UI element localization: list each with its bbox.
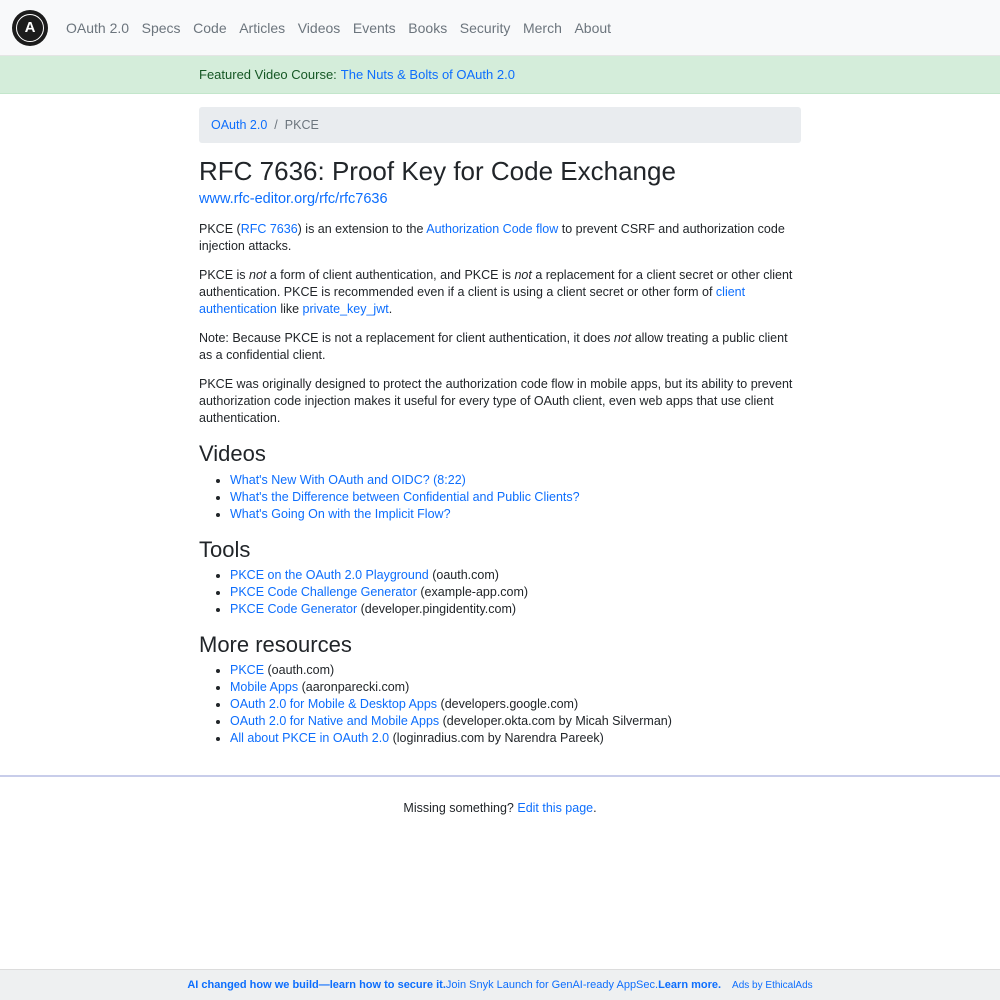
logo-icon: A [16, 13, 44, 42]
main-content: OAuth 2.0 / PKCE RFC 7636: Proof Key for… [199, 107, 801, 747]
breadcrumb: OAuth 2.0 / PKCE [199, 107, 801, 143]
list-item: What's New With OAuth and OIDC? (8:22) [230, 472, 801, 489]
rfc-link[interactable]: www.rfc-editor.org/rfc/rfc7636 [199, 191, 801, 207]
nav-item-merch[interactable]: Merch [523, 20, 562, 36]
resource-link[interactable]: PKCE [230, 663, 264, 677]
client-auth-paragraph: PKCE is not a form of client authenticat… [199, 268, 793, 317]
ad-text[interactable]: Join Snyk Launch for GenAI-ready AppSec. [446, 979, 658, 991]
ad-headline[interactable]: AI changed how we build—learn how to sec… [187, 979, 446, 991]
breadcrumb-home[interactable]: OAuth 2.0 [211, 118, 267, 132]
tool-link[interactable]: PKCE Code Challenge Generator [230, 585, 417, 599]
nav-item-articles[interactable]: Articles [239, 20, 285, 36]
resources-list: PKCE (oauth.com) Mobile Apps (aaronparec… [199, 662, 801, 747]
intro-paragraph: PKCE (RFC 7636) is an extension to the A… [199, 222, 785, 254]
resource-link[interactable]: OAuth 2.0 for Native and Mobile Apps [230, 714, 439, 728]
resources-heading: More resources [199, 631, 352, 657]
nav-item-code[interactable]: Code [193, 20, 226, 36]
featured-banner: Featured Video Course: The Nuts & Bolts … [0, 56, 1000, 94]
tool-link[interactable]: PKCE on the OAuth 2.0 Playground [230, 568, 429, 582]
site-logo[interactable]: A [12, 9, 48, 46]
nav-item-videos[interactable]: Videos [298, 20, 341, 36]
list-item: PKCE Code Generator (developer.pingident… [230, 601, 801, 618]
videos-heading: Videos [199, 441, 266, 467]
list-item: All about PKCE in OAuth 2.0 (loginradius… [230, 730, 801, 747]
ethicalads-link[interactable]: Ads by EthicalAds [732, 980, 813, 991]
video-link[interactable]: What's Going On with the Implicit Flow? [230, 507, 451, 521]
nav-item-oauth2[interactable]: OAuth 2.0 [66, 20, 129, 36]
resource-link[interactable]: Mobile Apps [230, 680, 298, 694]
note-paragraph: Note: Because PKCE is not a replacement … [199, 331, 788, 363]
page-title: RFC 7636: Proof Key for Code Exchange [199, 156, 676, 186]
list-item: PKCE on the OAuth 2.0 Playground (oauth.… [230, 567, 801, 584]
footer-divider [0, 775, 1000, 777]
banner-label: Featured Video Course: [199, 67, 337, 82]
nav-item-specs[interactable]: Specs [142, 20, 181, 36]
rfc7636-link[interactable]: RFC 7636 [241, 222, 298, 236]
tools-heading: Tools [199, 536, 251, 562]
nav-item-about[interactable]: About [574, 20, 611, 36]
list-item: PKCE Code Challenge Generator (example-a… [230, 584, 801, 601]
list-item: OAuth 2.0 for Mobile & Desktop Apps (dev… [230, 696, 801, 713]
list-item: Mobile Apps (aaronparecki.com) [230, 679, 801, 696]
ad-learn-more[interactable]: Learn more. [658, 979, 721, 991]
video-link[interactable]: What's the Difference between Confidenti… [230, 490, 580, 504]
list-item: What's the Difference between Confidenti… [230, 489, 801, 506]
edit-page-link[interactable]: Edit this page [517, 801, 593, 815]
list-item: What's Going On with the Implicit Flow? [230, 506, 801, 523]
list-item: OAuth 2.0 for Native and Mobile Apps (de… [230, 713, 801, 730]
top-navbar: A OAuth 2.0 Specs Code Articles Videos E… [0, 0, 1000, 56]
video-link[interactable]: What's New With OAuth and OIDC? (8:22) [230, 473, 466, 487]
private-key-jwt-link[interactable]: private_key_jwt [303, 302, 389, 316]
list-item: PKCE (oauth.com) [230, 662, 801, 679]
tools-list: PKCE on the OAuth 2.0 Playground (oauth.… [199, 567, 801, 618]
history-paragraph: PKCE was originally designed to protect … [199, 377, 793, 426]
banner-course-link[interactable]: The Nuts & Bolts of OAuth 2.0 [341, 67, 515, 82]
nav-item-books[interactable]: Books [408, 20, 447, 36]
videos-list: What's New With OAuth and OIDC? (8:22) W… [199, 472, 801, 523]
nav-item-events[interactable]: Events [353, 20, 396, 36]
resource-link[interactable]: All about PKCE in OAuth 2.0 [230, 731, 389, 745]
breadcrumb-current: PKCE [284, 118, 319, 132]
nav-item-security[interactable]: Security [460, 20, 511, 36]
footer-text: Missing something? [403, 801, 518, 815]
ad-bar[interactable]: AI changed how we build—learn how to sec… [0, 969, 1000, 1000]
resource-link[interactable]: OAuth 2.0 for Mobile & Desktop Apps [230, 697, 437, 711]
authorization-code-flow-link[interactable]: Authorization Code flow [426, 222, 558, 236]
breadcrumb-separator: / [274, 118, 278, 132]
footer: Missing something? Edit this page. [403, 801, 597, 815]
tool-link[interactable]: PKCE Code Generator [230, 602, 357, 616]
